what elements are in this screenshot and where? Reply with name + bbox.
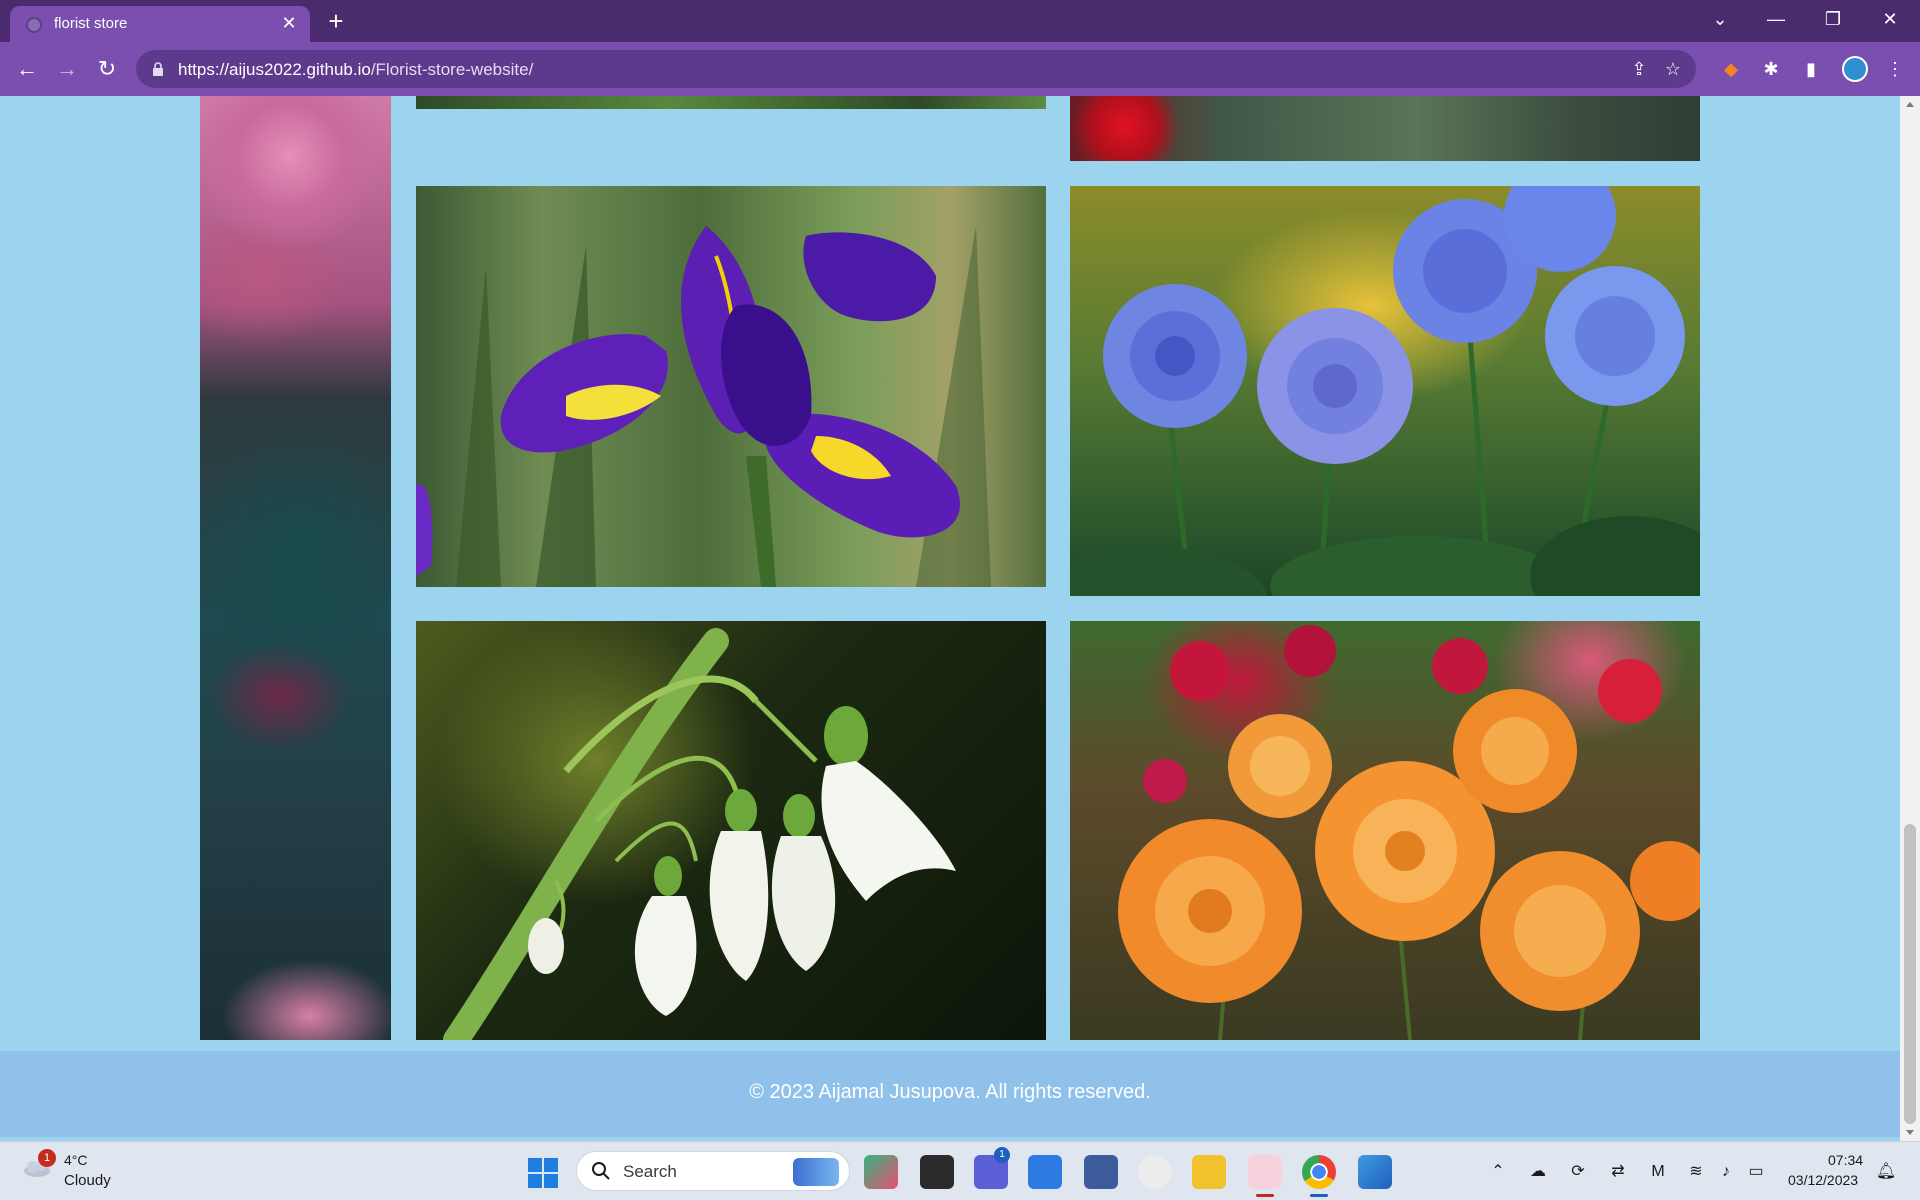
sync-icon[interactable]: ⟳: [1566, 1160, 1590, 1184]
app-dots-icon[interactable]: [1138, 1155, 1172, 1189]
minimize-icon[interactable]: —: [1756, 4, 1796, 34]
clock-date[interactable]: 03/12/2023: [1788, 1172, 1858, 1188]
snipping-tool-active-indicator: [1256, 1194, 1274, 1197]
volume-icon[interactable]: ♪: [1714, 1160, 1738, 1184]
back-arrow-icon[interactable]: ←: [12, 54, 42, 84]
gallery-photo-blue-roses: [1070, 186, 1700, 596]
iris-flower-image: [416, 226, 991, 587]
toggle-settings-icon[interactable]: ⇄: [1606, 1160, 1630, 1184]
scrollbar-thumb[interactable]: [1904, 824, 1916, 1124]
task-view-icon[interactable]: [920, 1155, 954, 1189]
tray-m-icon[interactable]: M: [1646, 1160, 1670, 1184]
gallery-photo-cropped-top-right: [1070, 96, 1700, 161]
metamask-fox-icon[interactable]: ◆: [1716, 54, 1746, 84]
browser-menu-icon[interactable]: ⋮: [1880, 54, 1910, 84]
snipping-tool-icon[interactable]: [1248, 1155, 1282, 1189]
forward-arrow-icon[interactable]: →: [52, 54, 82, 84]
chrome-active-indicator: [1310, 1194, 1328, 1197]
gallery-photo-iris: [416, 186, 1046, 587]
wifi-icon[interactable]: ≋: [1684, 1160, 1708, 1184]
clock-time[interactable]: 07:34: [1828, 1152, 1863, 1168]
gallery-photo-dahlias: [1070, 621, 1700, 1040]
close-window-icon[interactable]: ✕: [1870, 4, 1910, 34]
url-text: https://aijus2022.github.io/Florist-stor…: [178, 60, 533, 80]
browser-tab-strip: florist store ✕ + ⌄ — ❐ ✕: [0, 0, 1920, 42]
tab-title: florist store: [54, 15, 128, 32]
weather-condition: Cloudy: [64, 1172, 111, 1189]
tab-favicon-icon: [26, 17, 42, 33]
scroll-up-arrow-icon[interactable]: [1906, 102, 1914, 107]
dahlias-image: [1118, 625, 1700, 1040]
chrome-icon[interactable]: [1302, 1155, 1336, 1189]
onedrive-cloud-icon[interactable]: ☁: [1526, 1160, 1550, 1184]
bookmark-star-icon[interactable]: ☆: [1660, 56, 1686, 82]
gallery-photo-snowdrops: [416, 621, 1046, 1040]
battery-icon[interactable]: ▭: [1744, 1160, 1768, 1184]
search-icon: [592, 1162, 610, 1180]
url-path: /Florist-store-website/: [370, 60, 534, 79]
side-panel-icon[interactable]: ▮: [1796, 54, 1826, 84]
teams-badge: 1: [994, 1147, 1010, 1163]
browser-tab[interactable]: florist store ✕: [10, 6, 310, 42]
windows-taskbar: 1 4°C Cloudy Search 1 ⌃ ☁ ⟳ ⇄ M ≋ ♪ ▭ 07…: [0, 1141, 1920, 1200]
new-tab-icon[interactable]: +: [322, 8, 350, 36]
restore-icon[interactable]: ❐: [1813, 4, 1853, 34]
copilot-icon[interactable]: [864, 1155, 898, 1189]
extensions-puzzle-icon[interactable]: ✱: [1756, 54, 1786, 84]
scroll-down-arrow-icon[interactable]: [1906, 1130, 1914, 1135]
lock-icon: [153, 62, 163, 76]
browser-toolbar: ← → ↻ https://aijus2022.github.io/Floris…: [0, 42, 1920, 96]
windows-start-icon[interactable]: [528, 1158, 558, 1188]
weather-badge: 1: [38, 1149, 56, 1167]
notification-bell-icon[interactable]: 🔔︎: [1874, 1160, 1898, 1184]
profile-avatar[interactable]: [1842, 56, 1868, 82]
snowdrops-image: [443, 628, 956, 1040]
footer-copyright: © 2023 Aijamal Jusupova. All rights rese…: [749, 1081, 1151, 1103]
gallery-photo-cropped-top-left: [416, 96, 1046, 109]
share-icon[interactable]: ⇪: [1626, 56, 1652, 82]
app-m-icon[interactable]: [1084, 1155, 1118, 1189]
side-flower-banner: [200, 96, 391, 1040]
paint-app-icon[interactable]: [1358, 1155, 1392, 1189]
blue-roses-image: [1070, 186, 1700, 596]
page-viewport: © 2023 Aijamal Jusupova. All rights rese…: [0, 96, 1900, 1141]
reload-icon[interactable]: ↻: [92, 54, 122, 84]
microsoft-store-icon[interactable]: [1028, 1155, 1062, 1189]
url-host: https://aijus2022.github.io: [178, 60, 371, 79]
file-explorer-icon[interactable]: [1192, 1155, 1226, 1189]
show-hidden-icons-chevron[interactable]: ⌃: [1486, 1160, 1510, 1184]
address-bar[interactable]: https://aijus2022.github.io/Florist-stor…: [136, 50, 1696, 88]
search-highlight-image: [793, 1158, 839, 1186]
taskbar-search-label: Search: [623, 1162, 677, 1181]
tab-search-chevron-icon[interactable]: ⌄: [1700, 4, 1740, 34]
page-footer: © 2023 Aijamal Jusupova. All rights rese…: [0, 1051, 1900, 1137]
taskbar-search-box[interactable]: Search: [576, 1151, 850, 1191]
weather-temperature: 4°C: [64, 1152, 88, 1168]
tab-close-icon[interactable]: ✕: [278, 12, 300, 34]
page-scrollbar[interactable]: [1900, 96, 1920, 1141]
